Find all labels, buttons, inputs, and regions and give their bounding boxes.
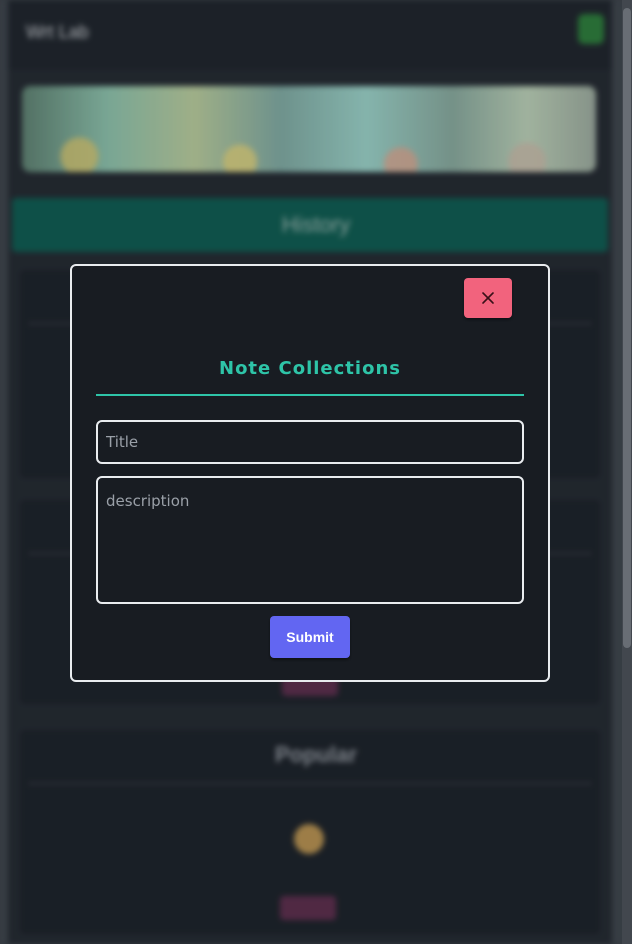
description-input[interactable] (96, 476, 524, 604)
close-icon (464, 291, 512, 305)
modal-title: Note Collections (219, 358, 401, 379)
close-button[interactable] (464, 278, 512, 318)
note-collections-modal: Note Collections Submit (70, 264, 550, 682)
submit-button[interactable]: Submit (270, 616, 350, 658)
modal-divider (96, 394, 524, 396)
title-input[interactable] (96, 420, 524, 464)
